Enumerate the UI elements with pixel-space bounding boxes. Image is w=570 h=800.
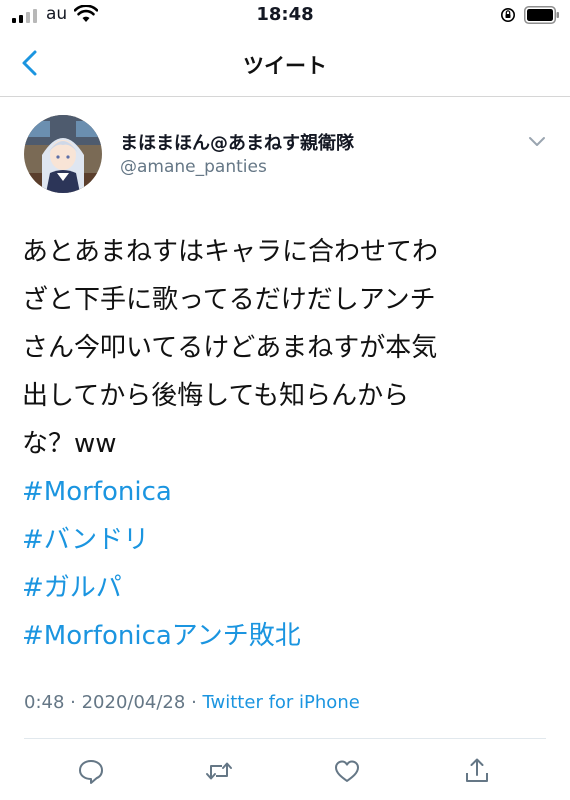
share-button[interactable] xyxy=(462,756,492,786)
avatar-image xyxy=(24,115,102,193)
reply-icon xyxy=(79,760,103,784)
tweet-source-link[interactable]: Twitter for iPhone xyxy=(203,692,360,713)
hashtag-link-garupa[interactable]: #ガルパ xyxy=(22,564,552,612)
author-handle[interactable]: @amane_panties xyxy=(120,157,267,177)
divider xyxy=(24,738,546,739)
retweet-icon xyxy=(206,762,232,780)
like-icon xyxy=(335,760,359,782)
hashtag-link-morfonica-antichi[interactable]: #Morfonicaアンチ敗北 xyxy=(22,612,552,660)
status-time: 18:48 xyxy=(256,4,314,25)
tweet-date: 2020/04/28 xyxy=(81,692,186,713)
avatar[interactable] xyxy=(24,115,102,193)
navigation-bar: ツイート xyxy=(0,34,570,97)
tweet-text-line: あとあまねすはキャラに合わせてわ xyxy=(22,237,439,267)
tweet-metadata: 0:48 · 2020/04/28 · Twitter for iPhone xyxy=(24,692,360,713)
meta-separator: · xyxy=(185,692,203,713)
tweet-text-line: ざと下手に歌ってるだけだしアンチ xyxy=(22,285,436,315)
meta-separator: · xyxy=(64,692,82,713)
tweet-text-line: な？ww xyxy=(22,429,117,459)
retweet-button[interactable] xyxy=(204,756,234,786)
battery-icon xyxy=(524,6,559,24)
like-button[interactable] xyxy=(332,756,362,786)
status-bar: au 18:48 xyxy=(0,0,570,34)
author-display-name[interactable]: まほまほん@あまねす親衛隊 xyxy=(120,129,354,155)
tweet-text-line: 出してから後悔しても知らんから xyxy=(22,381,410,411)
orientation-lock-icon xyxy=(501,8,515,22)
hashtag-link-morfonica[interactable]: #Morfonica xyxy=(22,468,552,516)
reply-button[interactable] xyxy=(76,756,106,786)
hashtag-link-bandori[interactable]: #バンドリ xyxy=(22,516,552,564)
tweet-text: あとあまねすはキャラに合わせてわ ざと下手に歌ってるだけだしアンチ さん今叩いて… xyxy=(22,228,552,660)
share-icon xyxy=(466,758,488,782)
chevron-down-icon xyxy=(529,137,545,146)
tweet-time: 0:48 xyxy=(24,692,65,713)
tweet-options-button[interactable] xyxy=(524,130,550,152)
tweet-text-line: さん今叩いてるけどあまねすが本気 xyxy=(22,333,438,363)
page-title: ツイート xyxy=(243,54,327,78)
